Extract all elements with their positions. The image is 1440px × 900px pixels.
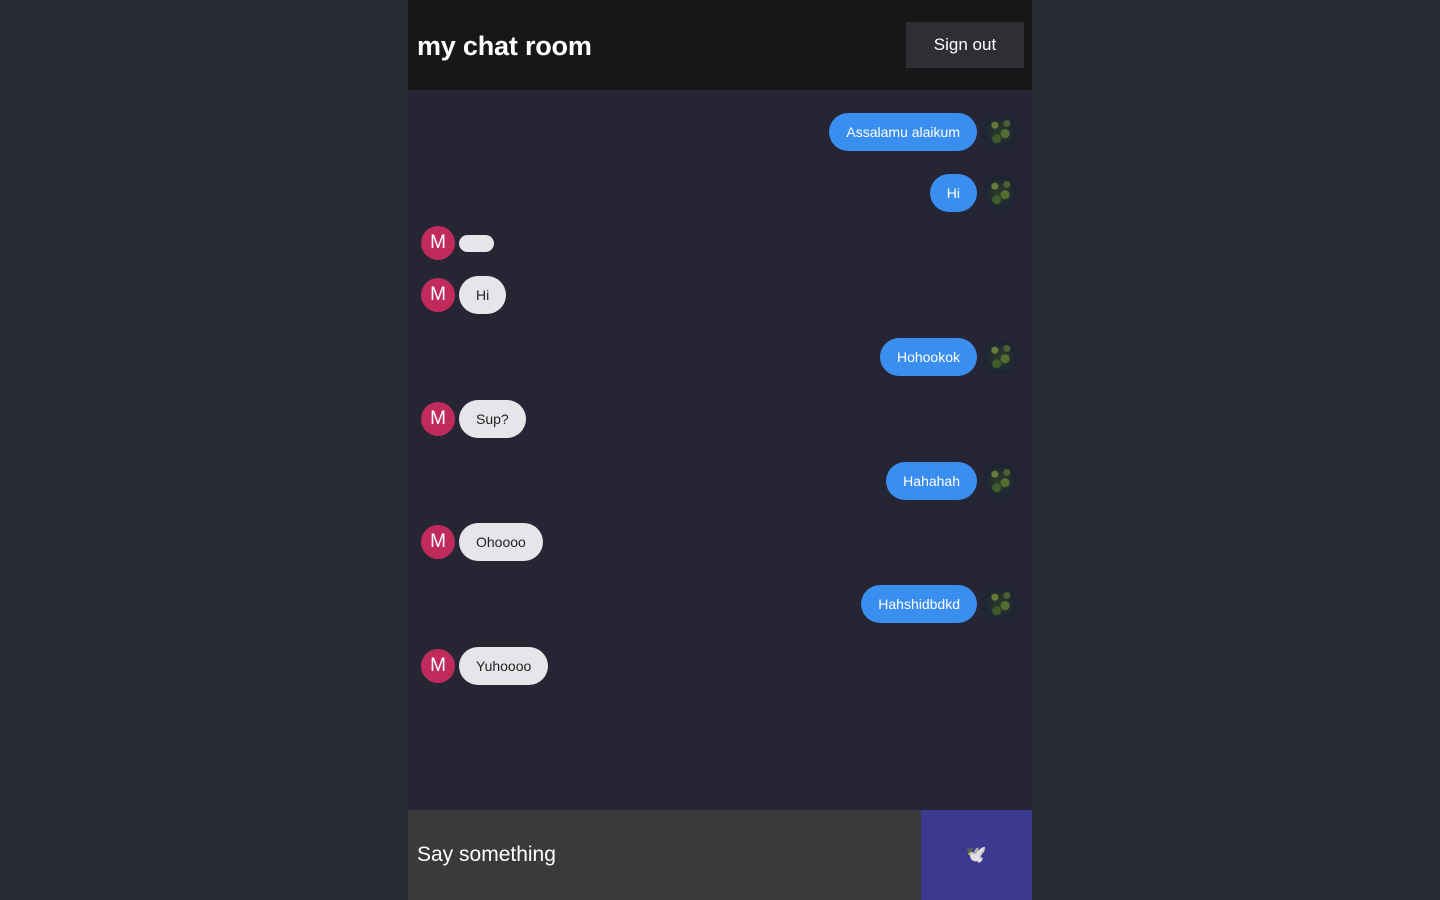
message-received: M bbox=[421, 223, 494, 263]
message-bubble: Hi bbox=[459, 276, 507, 314]
send-button[interactable]: 🕊️ bbox=[921, 810, 1032, 900]
message-bubble: Hahahah bbox=[886, 462, 977, 500]
message-sent: Hohookok bbox=[879, 337, 1017, 377]
message-sent: Hahshidbdkd bbox=[861, 584, 1017, 624]
sender-avatar: M bbox=[421, 525, 455, 559]
message-composer: 🕊️ bbox=[408, 810, 1032, 900]
user-avatar bbox=[983, 340, 1017, 374]
sender-avatar: M bbox=[421, 649, 455, 683]
message-received: M Hi bbox=[421, 275, 507, 315]
message-bubble: Sup? bbox=[459, 400, 526, 438]
message-bubble bbox=[459, 234, 494, 252]
chat-app: my chat room Sign out Assalamu alaikum H… bbox=[408, 0, 1032, 900]
user-avatar bbox=[983, 176, 1017, 210]
user-avatar bbox=[983, 115, 1017, 149]
user-avatar bbox=[983, 587, 1017, 621]
message-bubble: Assalamu alaikum bbox=[829, 113, 977, 151]
message-received: M Yuhoooo bbox=[421, 646, 549, 686]
message-bubble: Yuhoooo bbox=[459, 647, 549, 685]
sender-avatar: M bbox=[421, 402, 455, 436]
message-bubble: Hohookok bbox=[879, 338, 977, 376]
user-avatar bbox=[983, 464, 1017, 498]
sender-avatar: M bbox=[421, 226, 455, 260]
sign-out-button[interactable]: Sign out bbox=[906, 22, 1024, 68]
page-title: my chat room bbox=[417, 31, 592, 61]
message-bubble: Hahshidbdkd bbox=[861, 585, 977, 623]
header: my chat room Sign out bbox=[408, 0, 1032, 90]
message-received: M Sup? bbox=[421, 399, 526, 439]
sender-avatar: M bbox=[421, 278, 455, 312]
message-sent: Hi bbox=[929, 173, 1017, 213]
message-list: Assalamu alaikum Hi M M Hi Hohookok M Su… bbox=[408, 90, 1032, 810]
message-input[interactable] bbox=[408, 810, 921, 900]
message-sent: Hahahah bbox=[886, 461, 1017, 501]
message-bubble: Ohoooo bbox=[459, 523, 543, 561]
message-bubble: Hi bbox=[929, 174, 977, 212]
message-received: M Ohoooo bbox=[421, 522, 543, 562]
dove-icon: 🕊️ bbox=[965, 845, 988, 864]
message-sent: Assalamu alaikum bbox=[829, 112, 1017, 152]
